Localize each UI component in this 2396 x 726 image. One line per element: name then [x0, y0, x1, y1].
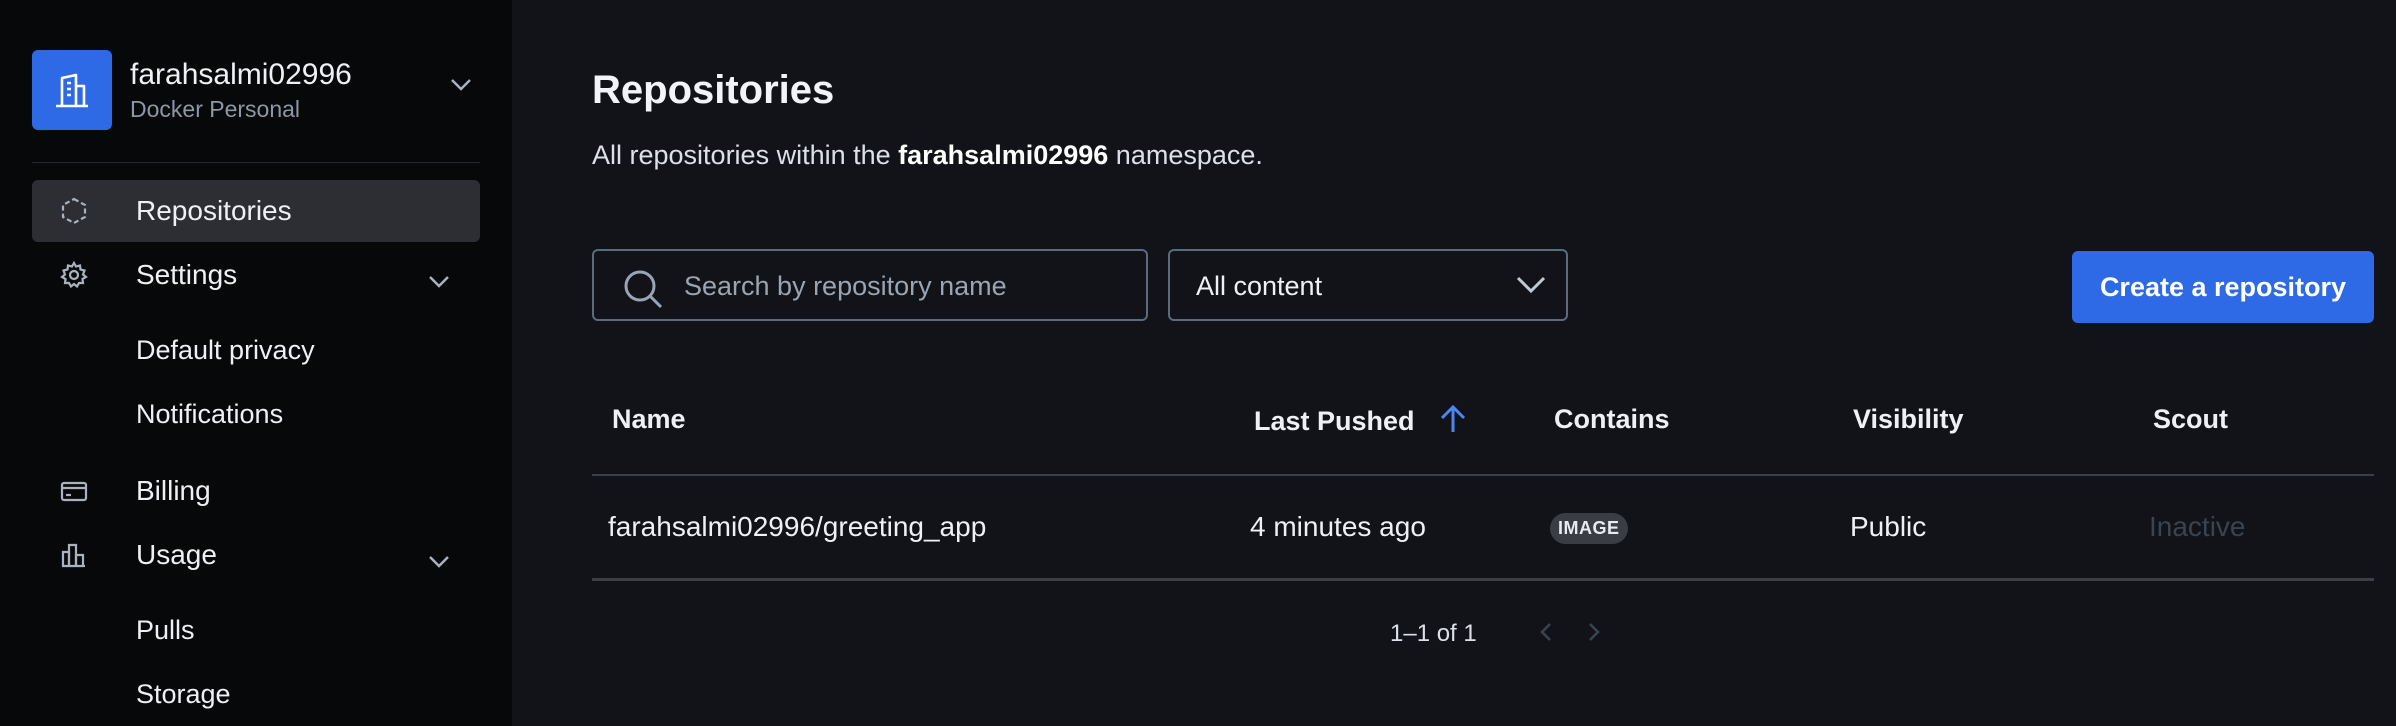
cube-icon: [60, 197, 88, 225]
column-header-contains[interactable]: Contains: [1554, 404, 1670, 435]
last-pushed-value: 4 minutes ago: [1250, 511, 1426, 542]
sidebar: farahsalmi02996 Docker Personal Reposito…: [0, 0, 512, 726]
content-filter-select[interactable]: All content: [1168, 249, 1568, 321]
page-title: Repositories: [592, 68, 835, 112]
bar-chart-icon: [60, 541, 88, 569]
page-subtitle: All repositories within the farahsalmi02…: [592, 140, 1263, 171]
chevron-down-icon[interactable]: [450, 78, 472, 97]
sidebar-item-label: Billing: [136, 475, 211, 506]
sidebar-subitem-default-privacy[interactable]: Default privacy: [136, 335, 315, 366]
search-icon: [622, 268, 664, 315]
pagination-label: 1–1 of 1: [1390, 620, 1477, 647]
sidebar-item-settings[interactable]: Settings: [32, 244, 480, 306]
search-box[interactable]: [592, 249, 1148, 321]
sort-arrow-up-icon[interactable]: [1440, 404, 1466, 441]
sidebar-item-label: Settings: [136, 259, 238, 290]
sidebar-item-label: Repositories: [136, 195, 292, 226]
credit-card-icon: [60, 477, 88, 505]
account-switcher[interactable]: farahsalmi02996 Docker Personal: [32, 36, 480, 144]
chevron-down-icon: [1516, 275, 1546, 300]
chevron-left-icon[interactable]: [1538, 618, 1554, 651]
contains-badge: IMAGE: [1550, 513, 1628, 544]
chevron-down-icon[interactable]: [428, 264, 450, 296]
namespace-name: farahsalmi02996: [898, 140, 1109, 170]
chevron-down-icon[interactable]: [428, 544, 450, 576]
repository-name-link[interactable]: farahsalmi02996/greeting_app: [608, 511, 986, 543]
gear-icon: [60, 260, 88, 289]
column-header-label: Last Pushed: [1254, 406, 1415, 436]
divider: [32, 162, 480, 163]
column-header-name[interactable]: Name: [612, 404, 686, 435]
account-name: farahsalmi02996: [130, 58, 352, 91]
sidebar-item-billing[interactable]: Billing: [32, 460, 480, 522]
scout-status: Inactive: [2149, 511, 2246, 542]
search-input[interactable]: [682, 265, 1126, 307]
create-repository-button[interactable]: Create a repository: [2072, 251, 2374, 323]
sidebar-item-repositories[interactable]: Repositories: [32, 180, 480, 242]
main-content: Repositories All repositories within the…: [512, 0, 2396, 726]
sidebar-item-usage[interactable]: Usage: [32, 524, 480, 586]
sidebar-subitem-notifications[interactable]: Notifications: [136, 399, 283, 430]
divider: [592, 578, 2374, 581]
account-type: Docker Personal: [130, 96, 301, 122]
subtitle-suffix: namespace.: [1108, 140, 1263, 170]
chevron-right-icon[interactable]: [1586, 618, 1602, 651]
sidebar-subitem-storage[interactable]: Storage: [136, 679, 231, 710]
column-header-visibility[interactable]: Visibility: [1853, 404, 1964, 435]
subtitle-prefix: All repositories within the: [592, 140, 899, 170]
sidebar-subitem-pulls[interactable]: Pulls: [136, 615, 195, 646]
column-header-scout[interactable]: Scout: [2153, 404, 2228, 435]
sidebar-item-label: Usage: [136, 539, 217, 570]
divider: [592, 474, 2374, 476]
column-header-last-pushed[interactable]: Last Pushed: [1254, 404, 1466, 441]
organization-icon: [32, 50, 112, 130]
content-filter-value: All content: [1196, 271, 1323, 301]
visibility-value: Public: [1850, 511, 1927, 542]
